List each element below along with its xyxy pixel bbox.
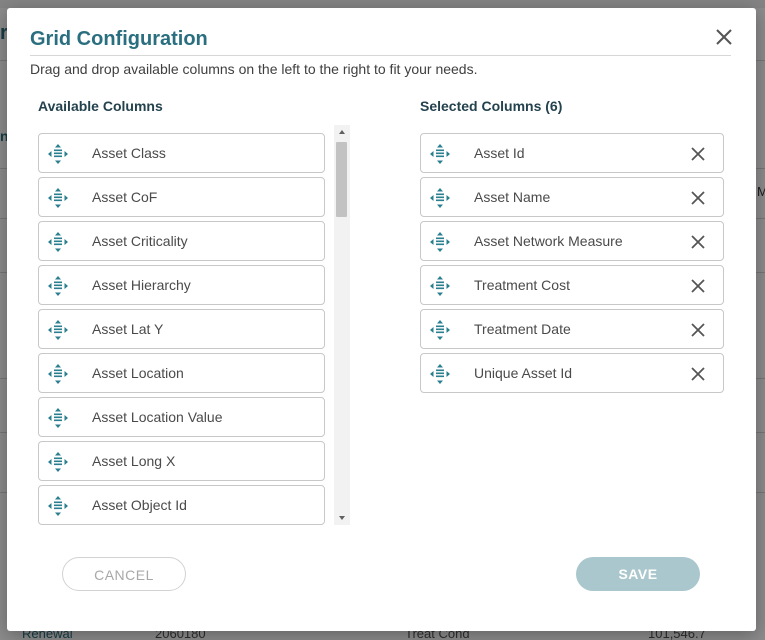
column-label: Asset Hierarchy <box>92 277 191 293</box>
available-column-item[interactable]: Asset CoF <box>38 177 325 217</box>
column-label: Asset Lat Y <box>92 321 164 337</box>
remove-icon[interactable] <box>689 365 707 383</box>
scrollbar-thumb[interactable] <box>336 142 347 217</box>
drag-handle-icon[interactable] <box>429 319 451 341</box>
drag-handle-icon[interactable] <box>47 363 69 385</box>
scroll-up-arrow-icon[interactable] <box>334 125 350 139</box>
available-list-scrollbar[interactable] <box>334 125 350 525</box>
remove-icon[interactable] <box>689 277 707 295</box>
selected-column-item[interactable]: Treatment Cost <box>420 265 724 305</box>
drag-handle-icon[interactable] <box>47 495 69 517</box>
scroll-down-arrow-icon[interactable] <box>334 511 350 525</box>
available-column-item[interactable]: Asset Long X <box>38 441 325 481</box>
available-column-item[interactable]: Asset Criticality <box>38 221 325 261</box>
column-label: Asset Id <box>474 145 525 161</box>
column-label: Asset Object Id <box>92 497 187 513</box>
drag-handle-icon[interactable] <box>47 319 69 341</box>
title-divider <box>30 55 731 56</box>
available-columns-heading: Available Columns <box>38 98 163 114</box>
drag-handle-icon[interactable] <box>47 407 69 429</box>
drag-handle-icon[interactable] <box>429 143 451 165</box>
column-label: Treatment Date <box>474 321 571 337</box>
column-label: Asset CoF <box>92 189 158 205</box>
drag-handle-icon[interactable] <box>429 275 451 297</box>
drag-handle-icon[interactable] <box>47 143 69 165</box>
selected-column-item[interactable]: Unique Asset Id <box>420 353 724 393</box>
drag-handle-icon[interactable] <box>47 275 69 297</box>
column-label: Unique Asset Id <box>474 365 573 381</box>
drag-handle-icon[interactable] <box>47 451 69 473</box>
column-label: Asset Class <box>92 145 166 161</box>
column-label: Asset Location <box>92 365 184 381</box>
selected-column-item[interactable]: Asset Id <box>420 133 724 173</box>
selected-column-item[interactable]: Treatment Date <box>420 309 724 349</box>
remove-icon[interactable] <box>689 233 707 251</box>
column-label: Asset Location Value <box>92 409 223 425</box>
column-label: Asset Long X <box>92 453 176 469</box>
selected-columns-list[interactable]: Asset Id Asset Name Asset Network Measure T… <box>420 133 726 397</box>
available-column-item[interactable]: Asset Hierarchy <box>38 265 325 305</box>
column-label: Asset Name <box>474 189 551 205</box>
drag-handle-icon[interactable] <box>429 231 451 253</box>
cancel-button[interactable]: CANCEL <box>62 557 186 591</box>
close-icon <box>716 29 732 45</box>
drag-handle-icon[interactable] <box>429 187 451 209</box>
available-column-item[interactable]: Asset Object Id <box>38 485 325 525</box>
remove-icon[interactable] <box>689 321 707 339</box>
column-label: Treatment Cost <box>474 277 570 293</box>
grid-configuration-modal: Grid Configuration Drag and drop availab… <box>7 8 756 631</box>
remove-icon[interactable] <box>689 189 707 207</box>
column-label: Asset Criticality <box>92 233 188 249</box>
selected-columns-heading: Selected Columns (6) <box>420 98 563 114</box>
selected-column-item[interactable]: Asset Name <box>420 177 724 217</box>
save-button[interactable]: SAVE <box>576 557 700 591</box>
modal-title: Grid Configuration <box>30 28 208 50</box>
drag-handle-icon[interactable] <box>47 231 69 253</box>
modal-description: Drag and drop available columns on the l… <box>30 61 478 77</box>
drag-handle-icon[interactable] <box>429 363 451 385</box>
selected-column-item[interactable]: Asset Network Measure <box>420 221 724 261</box>
available-columns-list[interactable]: Asset Class Asset CoF Asset Criticality Ass… <box>38 133 328 525</box>
available-column-item[interactable]: Asset Class <box>38 133 325 173</box>
close-button[interactable] <box>713 26 735 48</box>
available-column-item[interactable]: Asset Lat Y <box>38 309 325 349</box>
available-column-item[interactable]: Asset Location <box>38 353 325 393</box>
column-label: Asset Network Measure <box>474 233 623 249</box>
remove-icon[interactable] <box>689 145 707 163</box>
drag-handle-icon[interactable] <box>47 187 69 209</box>
available-column-item[interactable]: Asset Location Value <box>38 397 325 437</box>
